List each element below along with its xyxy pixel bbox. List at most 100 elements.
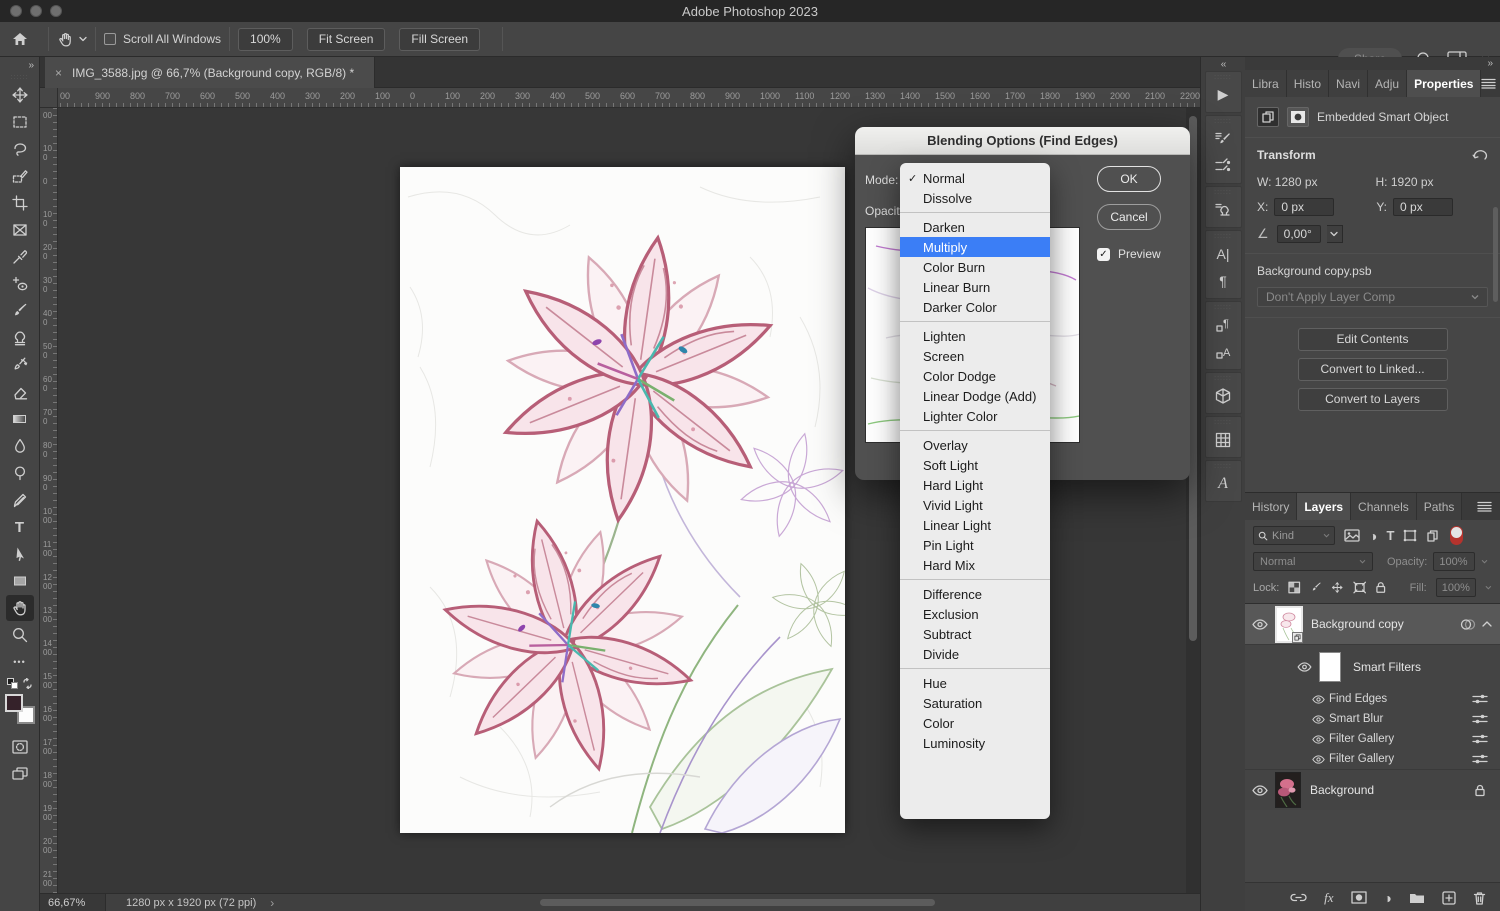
quick-mask-button[interactable] [6,734,34,760]
crop-tool[interactable] [6,190,34,216]
path-selection-tool[interactable] [6,541,34,567]
paragraph-panel-icon[interactable]: ¶ [1219,267,1227,294]
clone-stamp-tool[interactable] [6,325,34,351]
screen-mode-button[interactable] [6,761,34,787]
document-image[interactable] [400,167,845,833]
dialog-title[interactable]: Blending Options (Find Edges) [855,127,1190,155]
blend-mode-option[interactable]: Color [900,713,1050,733]
layer-filter-kind-select[interactable]: Kind [1253,526,1335,545]
brush-tool[interactable] [6,298,34,324]
vertical-ruler[interactable]: 0010001002003004005006007008009001000110… [40,108,58,895]
healing-brush-tool[interactable] [6,271,34,297]
home-button[interactable] [0,30,40,48]
pen-tool[interactable] [6,487,34,513]
dodge-tool[interactable] [6,460,34,486]
y-position-field[interactable]: 0 px [1393,198,1453,216]
opacity-dropdown-icon[interactable] [1481,559,1488,564]
smart-filter-name[interactable]: Find Edges [1329,693,1472,705]
document-tab[interactable]: × IMG_3588.jpg @ 66,7% (Background copy,… [45,57,375,88]
visibility-eye-icon[interactable] [1307,735,1329,744]
blend-mode-option[interactable]: Vivid Light [900,495,1050,515]
layer-name[interactable]: Background [1310,783,1474,797]
visibility-eye-icon[interactable] [1307,695,1329,704]
blend-mode-option[interactable]: Linear Burn [900,277,1050,297]
blend-mode-option[interactable]: Darker Color [900,297,1050,317]
smart-filter-name[interactable]: Filter Gallery [1329,733,1472,745]
checkbox-unchecked-icon[interactable] [104,33,116,45]
filter-blending-options-icon[interactable] [1472,753,1488,765]
filter-adjustment-layers-icon[interactable]: ◑ [1369,528,1377,544]
smart-object-icon-button[interactable] [1257,107,1279,127]
panel-tab[interactable]: History [1245,493,1297,520]
object-selection-tool[interactable] [6,163,34,189]
brush-settings-panel-icon[interactable] [1214,125,1232,152]
cancel-button[interactable]: Cancel [1097,204,1161,230]
clone-source-panel-icon[interactable] [1214,196,1232,223]
smart-filter-name[interactable]: Smart Blur [1329,713,1472,725]
lock-all-icon[interactable] [1375,581,1387,594]
brushes-panel-icon[interactable] [1214,152,1232,179]
collapse-dock-icon[interactable]: « [1201,57,1245,71]
blend-mode-option[interactable]: Lighter Color [900,406,1050,426]
eyedropper-tool[interactable] [6,244,34,270]
zoom-tool[interactable] [6,622,34,648]
layer-name[interactable]: Background copy [1311,617,1460,631]
blur-tool[interactable] [6,433,34,459]
type-tool[interactable]: T [6,514,34,540]
panel-tab[interactable]: Navi [1329,70,1368,97]
visibility-eye-icon[interactable] [1307,755,1329,764]
vertical-scrollbar-thumb[interactable] [1189,116,1197,641]
smart-filters-indicator-icon[interactable] [1460,618,1476,631]
panel-tab[interactable]: Libra [1245,70,1287,97]
layer-row-background-copy[interactable]: Background copy [1245,604,1500,645]
blend-mode-option[interactable]: ✓ Normal [900,168,1050,188]
opacity-field[interactable]: 100% [1433,552,1475,571]
panel-tab[interactable]: Layers [1297,493,1351,520]
filter-shape-layers-icon[interactable] [1403,529,1417,542]
close-tab-icon[interactable]: × [55,66,62,80]
lock-transparency-icon[interactable] [1288,581,1300,594]
angle-dropdown-button[interactable] [1327,225,1343,243]
panel-tab[interactable]: Properties [1407,70,1481,97]
horizontal-scrollbar-thumb[interactable] [540,899,935,906]
toolbar-grip[interactable]: :::::: [0,73,39,81]
blend-mode-option[interactable]: Luminosity [900,733,1050,753]
frame-tool[interactable] [6,217,34,243]
shape-tool[interactable] [6,568,34,594]
blend-mode-option[interactable]: Color Burn [900,257,1050,277]
properties-scrollbar-thumb[interactable] [1493,207,1498,302]
filter-blending-options-icon[interactable] [1472,733,1488,745]
add-adjustment-layer-icon[interactable]: ◑ [1384,890,1392,906]
blend-mode-option[interactable]: Difference [900,584,1050,604]
foreground-color-swatch[interactable] [5,694,23,712]
layer-effects-icon[interactable]: fx [1324,890,1333,906]
blend-mode-option[interactable]: Divide [900,644,1050,664]
panel-tab[interactable]: Adju [1368,70,1407,97]
visibility-eye-icon[interactable] [1289,662,1319,672]
ruler-origin-corner[interactable] [40,88,58,108]
move-tool[interactable] [6,82,34,108]
marquee-tool[interactable] [6,109,34,135]
blend-mode-option[interactable]: Soft Light [900,455,1050,475]
collapse-filters-chevron-icon[interactable] [1482,621,1492,627]
blend-mode-option[interactable]: Darken [900,217,1050,237]
layer-filtering-toggle[interactable] [1450,526,1463,545]
collapse-panels-icon[interactable]: » [1245,57,1500,70]
blend-mode-option[interactable]: Lighten [900,326,1050,346]
smart-filter-row[interactable]: Filter Gallery [1245,729,1500,749]
checkbox-checked-icon[interactable]: ✓ [1097,248,1110,261]
panel-tab[interactable]: Paths [1417,493,1463,520]
smart-filter-row[interactable]: Find Edges [1245,689,1500,709]
blend-mode-option[interactable]: Multiply [900,237,1050,257]
filter-blending-options-icon[interactable] [1472,713,1488,725]
fill-screen-button[interactable]: Fill Screen [399,28,480,51]
visibility-eye-icon[interactable] [1245,785,1275,796]
status-options-chevron[interactable]: › [270,896,274,910]
hand-tool-preset[interactable] [57,31,87,48]
styles-panel-icon[interactable]: A [1218,470,1228,497]
blend-mode-option[interactable]: Hard Mix [900,555,1050,575]
convert-to-linked-button[interactable]: Convert to Linked... [1298,358,1448,381]
delete-layer-icon[interactable] [1473,891,1486,905]
panel-menu-icon[interactable] [1481,78,1496,89]
add-mask-icon[interactable] [1351,891,1367,904]
